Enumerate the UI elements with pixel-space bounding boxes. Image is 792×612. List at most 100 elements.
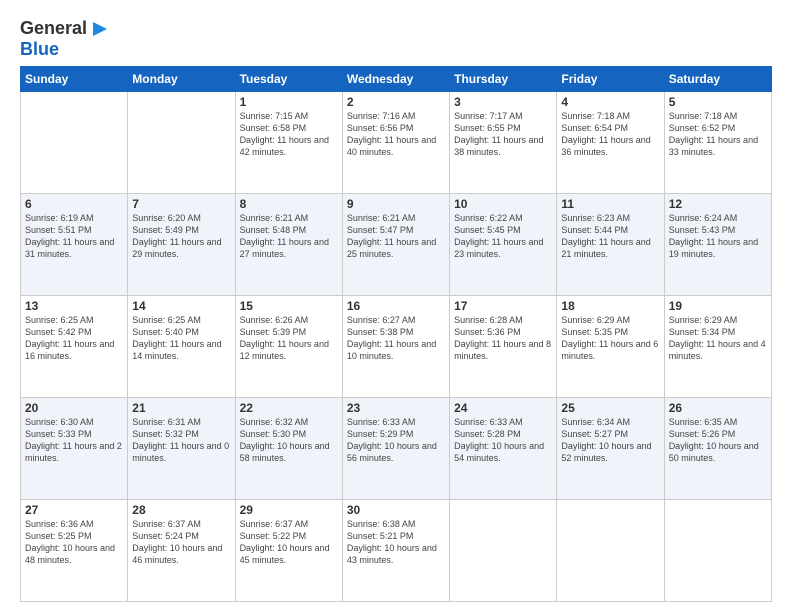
day-info: Sunrise: 6:36 AM Sunset: 5:25 PM Dayligh…: [25, 519, 115, 565]
logo: General Blue: [20, 18, 109, 60]
col-header-monday: Monday: [128, 67, 235, 92]
day-info: Sunrise: 6:34 AM Sunset: 5:27 PM Dayligh…: [561, 417, 651, 463]
day-info: Sunrise: 6:33 AM Sunset: 5:28 PM Dayligh…: [454, 417, 544, 463]
logo-blue: Blue: [20, 39, 59, 59]
calendar-cell: 4 Sunrise: 7:18 AM Sunset: 6:54 PM Daylig…: [557, 92, 664, 194]
day-number: 19: [669, 299, 767, 313]
day-number: 22: [240, 401, 338, 415]
day-info: Sunrise: 7:18 AM Sunset: 6:52 PM Dayligh…: [669, 111, 758, 157]
day-number: 27: [25, 503, 123, 517]
calendar-cell: 18 Sunrise: 6:29 AM Sunset: 5:35 PM Dayli…: [557, 296, 664, 398]
calendar-cell: [557, 500, 664, 602]
day-info: Sunrise: 6:20 AM Sunset: 5:49 PM Dayligh…: [132, 213, 221, 259]
day-info: Sunrise: 7:18 AM Sunset: 6:54 PM Dayligh…: [561, 111, 650, 157]
calendar-cell: 16 Sunrise: 6:27 AM Sunset: 5:38 PM Dayli…: [342, 296, 449, 398]
calendar-cell: 22 Sunrise: 6:32 AM Sunset: 5:30 PM Dayli…: [235, 398, 342, 500]
day-number: 18: [561, 299, 659, 313]
col-header-tuesday: Tuesday: [235, 67, 342, 92]
day-info: Sunrise: 6:21 AM Sunset: 5:48 PM Dayligh…: [240, 213, 329, 259]
day-number: 14: [132, 299, 230, 313]
day-number: 9: [347, 197, 445, 211]
day-info: Sunrise: 6:33 AM Sunset: 5:29 PM Dayligh…: [347, 417, 437, 463]
day-info: Sunrise: 6:32 AM Sunset: 5:30 PM Dayligh…: [240, 417, 330, 463]
day-number: 11: [561, 197, 659, 211]
calendar-cell: 27 Sunrise: 6:36 AM Sunset: 5:25 PM Dayli…: [21, 500, 128, 602]
calendar-cell: 5 Sunrise: 7:18 AM Sunset: 6:52 PM Daylig…: [664, 92, 771, 194]
logo-general: General: [20, 18, 87, 39]
calendar-cell: 25 Sunrise: 6:34 AM Sunset: 5:27 PM Dayli…: [557, 398, 664, 500]
logo-arrow-icon: [91, 20, 109, 38]
day-number: 17: [454, 299, 552, 313]
day-number: 4: [561, 95, 659, 109]
day-number: 24: [454, 401, 552, 415]
col-header-wednesday: Wednesday: [342, 67, 449, 92]
day-info: Sunrise: 6:27 AM Sunset: 5:38 PM Dayligh…: [347, 315, 436, 361]
day-number: 10: [454, 197, 552, 211]
day-info: Sunrise: 6:28 AM Sunset: 5:36 PM Dayligh…: [454, 315, 551, 361]
calendar-cell: [450, 500, 557, 602]
header: General Blue: [20, 18, 772, 60]
day-info: Sunrise: 6:35 AM Sunset: 5:26 PM Dayligh…: [669, 417, 759, 463]
day-number: 1: [240, 95, 338, 109]
calendar-cell: [664, 500, 771, 602]
calendar-cell: 8 Sunrise: 6:21 AM Sunset: 5:48 PM Daylig…: [235, 194, 342, 296]
calendar-cell: 7Sunrise: 6:20 AM Sunset: 5:49 PM Daylig…: [128, 194, 235, 296]
day-info: Sunrise: 6:38 AM Sunset: 5:21 PM Dayligh…: [347, 519, 437, 565]
calendar-cell: 29 Sunrise: 6:37 AM Sunset: 5:22 PM Dayli…: [235, 500, 342, 602]
calendar-cell: 15 Sunrise: 6:26 AM Sunset: 5:39 PM Dayli…: [235, 296, 342, 398]
calendar-cell: [128, 92, 235, 194]
day-info: Sunrise: 6:23 AM Sunset: 5:44 PM Dayligh…: [561, 213, 650, 259]
day-info: Sunrise: 6:22 AM Sunset: 5:45 PM Dayligh…: [454, 213, 543, 259]
day-info: Sunrise: 6:24 AM Sunset: 5:43 PM Dayligh…: [669, 213, 758, 259]
col-header-friday: Friday: [557, 67, 664, 92]
day-info: Sunrise: 7:16 AM Sunset: 6:56 PM Dayligh…: [347, 111, 436, 157]
day-info: Sunrise: 6:25 AM Sunset: 5:40 PM Dayligh…: [132, 315, 221, 361]
day-info: Sunrise: 6:21 AM Sunset: 5:47 PM Dayligh…: [347, 213, 436, 259]
day-number: 28: [132, 503, 230, 517]
calendar-cell: 3 Sunrise: 7:17 AM Sunset: 6:55 PM Daylig…: [450, 92, 557, 194]
day-info: Sunrise: 6:26 AM Sunset: 5:39 PM Dayligh…: [240, 315, 329, 361]
calendar-cell: 1 Sunrise: 7:15 AM Sunset: 6:58 PM Daylig…: [235, 92, 342, 194]
col-header-thursday: Thursday: [450, 67, 557, 92]
calendar-cell: [21, 92, 128, 194]
calendar-cell: 24 Sunrise: 6:33 AM Sunset: 5:28 PM Dayli…: [450, 398, 557, 500]
calendar-cell: 30Sunrise: 6:38 AM Sunset: 5:21 PM Dayli…: [342, 500, 449, 602]
calendar-cell: 19 Sunrise: 6:29 AM Sunset: 5:34 PM Dayli…: [664, 296, 771, 398]
calendar-cell: 11 Sunrise: 6:23 AM Sunset: 5:44 PM Dayli…: [557, 194, 664, 296]
calendar-cell: 28 Sunrise: 6:37 AM Sunset: 5:24 PM Dayli…: [128, 500, 235, 602]
day-info: Sunrise: 7:17 AM Sunset: 6:55 PM Dayligh…: [454, 111, 543, 157]
calendar-cell: 10 Sunrise: 6:22 AM Sunset: 5:45 PM Dayli…: [450, 194, 557, 296]
day-number: 12: [669, 197, 767, 211]
day-number: 15: [240, 299, 338, 313]
day-number: 8: [240, 197, 338, 211]
calendar-cell: 26Sunrise: 6:35 AM Sunset: 5:26 PM Dayli…: [664, 398, 771, 500]
day-info: Sunrise: 7:15 AM Sunset: 6:58 PM Dayligh…: [240, 111, 329, 157]
calendar-cell: 2 Sunrise: 7:16 AM Sunset: 6:56 PM Daylig…: [342, 92, 449, 194]
day-info: Sunrise: 6:29 AM Sunset: 5:34 PM Dayligh…: [669, 315, 766, 361]
day-number: 6: [25, 197, 123, 211]
calendar-cell: 14 Sunrise: 6:25 AM Sunset: 5:40 PM Dayli…: [128, 296, 235, 398]
day-info: Sunrise: 6:37 AM Sunset: 5:24 PM Dayligh…: [132, 519, 222, 565]
day-info: Sunrise: 6:29 AM Sunset: 5:35 PM Dayligh…: [561, 315, 658, 361]
day-number: 23: [347, 401, 445, 415]
calendar: SundayMondayTuesdayWednesdayThursdayFrid…: [20, 66, 772, 602]
day-number: 21: [132, 401, 230, 415]
day-info: Sunrise: 6:37 AM Sunset: 5:22 PM Dayligh…: [240, 519, 330, 565]
calendar-cell: 23 Sunrise: 6:33 AM Sunset: 5:29 PM Dayli…: [342, 398, 449, 500]
day-number: 25: [561, 401, 659, 415]
calendar-cell: 12 Sunrise: 6:24 AM Sunset: 5:43 PM Dayli…: [664, 194, 771, 296]
calendar-cell: 6 Sunrise: 6:19 AM Sunset: 5:51 PM Daylig…: [21, 194, 128, 296]
day-number: 29: [240, 503, 338, 517]
day-number: 2: [347, 95, 445, 109]
day-number: 16: [347, 299, 445, 313]
day-info: Sunrise: 6:25 AM Sunset: 5:42 PM Dayligh…: [25, 315, 114, 361]
day-number: 13: [25, 299, 123, 313]
col-header-saturday: Saturday: [664, 67, 771, 92]
calendar-cell: 21 Sunrise: 6:31 AM Sunset: 5:32 PM Dayli…: [128, 398, 235, 500]
day-number: 3: [454, 95, 552, 109]
day-info: Sunrise: 6:31 AM Sunset: 5:32 PM Dayligh…: [132, 417, 229, 463]
calendar-cell: 13 Sunrise: 6:25 AM Sunset: 5:42 PM Dayli…: [21, 296, 128, 398]
day-number: 5: [669, 95, 767, 109]
day-info: Sunrise: 6:19 AM Sunset: 5:51 PM Dayligh…: [25, 213, 114, 259]
day-info: Sunrise: 6:30 AM Sunset: 5:33 PM Dayligh…: [25, 417, 122, 463]
